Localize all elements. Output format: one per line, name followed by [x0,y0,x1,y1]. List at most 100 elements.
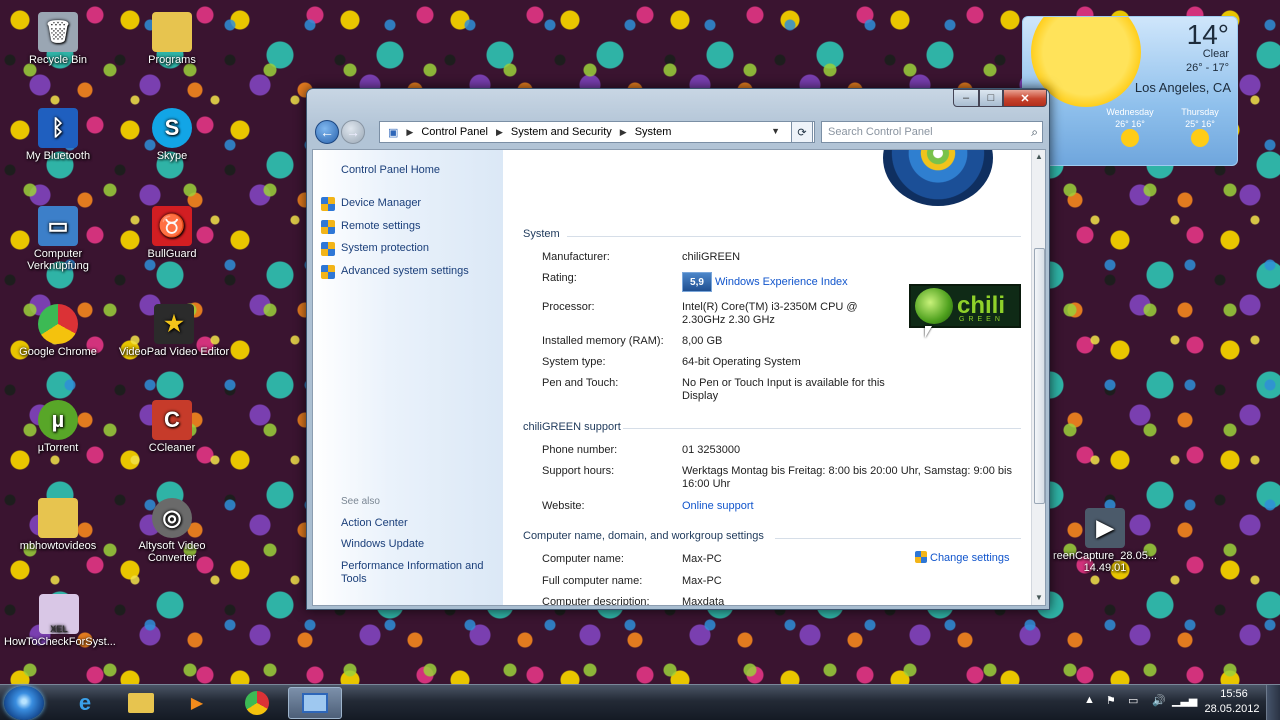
shield-icon [321,265,335,279]
chrome-icon [38,304,78,344]
taskbar-internet-explorer[interactable]: e [58,687,112,719]
scrollbar-thumb[interactable] [1034,248,1045,504]
device-manager-link[interactable]: Device Manager [341,197,421,209]
chevron-right-icon[interactable]: ▶ [496,127,503,138]
control-panel-icon [302,693,328,713]
sun-icon [1121,129,1139,147]
breadcrumb-control-panel[interactable]: Control Panel [421,126,488,138]
computer-description-value: Maxdata [682,596,725,606]
shield-icon [321,220,335,234]
search-input[interactable]: Search Control Panel ⌕ [821,121,1043,143]
desktop-icon-mbhowtovideos[interactable]: mbhowtovideos [8,498,108,552]
scroll-up-icon[interactable]: ▲ [1035,152,1043,161]
windows-update-link[interactable]: Windows Update [341,538,424,550]
folder-icon [38,498,78,538]
chevron-right-icon[interactable]: ▶ [406,127,413,138]
volume-icon[interactable]: 🔊 [1152,694,1166,707]
chevron-down-icon[interactable]: ▼ [771,126,780,136]
weather-city: Los Angeles, CA [1134,80,1231,95]
breadcrumb-system[interactable]: System [635,126,672,138]
show-desktop-button[interactable] [1266,685,1280,720]
control-panel-home-link[interactable]: Control Panel Home [341,164,440,176]
system-type-value: 64-bit Operating System [682,356,801,368]
full-computer-name-label: Full computer name: [542,575,643,587]
desktop-icon-bullguard[interactable]: ♉ BullGuard [122,206,222,260]
ram-value: 8,00 GB [682,335,723,347]
action-center-link[interactable]: Action Center [341,517,408,529]
forward-button[interactable]: → [341,120,365,144]
bullguard-icon: ♉ [152,206,192,246]
clock-time[interactable]: 15:56 [1214,688,1254,700]
system-section-title: System [523,228,560,240]
taskbar-media-player[interactable]: ▶ [170,687,224,719]
phone-value: 01 3253000 [682,444,741,456]
system-type-label: System type: [542,356,606,368]
start-button[interactable] [4,686,44,720]
desktop-icon-utorrent[interactable]: µ µTorrent [8,400,108,454]
battery-icon[interactable]: ▭ [1128,694,1138,707]
see-also-heading: See also [341,496,380,507]
maximize-button[interactable]: □ [979,89,1003,107]
taskbar-control-panel[interactable] [288,687,342,719]
system-protection-link[interactable]: System protection [341,242,429,254]
search-icon: ⌕ [1031,125,1038,139]
film-reel-icon: ◎ [152,498,192,538]
divider [567,236,1021,237]
chili-pepper-icon [915,288,953,324]
weather-gadget[interactable]: 14° Clear 26° - 17° Los Angeles, CA Wedn… [1022,16,1238,166]
close-button[interactable]: ✕ [1003,89,1047,107]
online-support-link[interactable]: Online support [682,500,912,513]
desktop-icon-altysoft[interactable]: ◎ Altysoft Video Converter [122,498,222,564]
folder-icon [128,693,154,713]
support-hours-label: Support hours: [542,465,615,477]
video-file-icon: ▶ [1085,508,1125,548]
show-hidden-icons-button[interactable]: ▲ [1084,694,1095,706]
vertical-scrollbar[interactable]: ▲ ▼ [1031,150,1045,605]
full-computer-name-value: Max-PC [682,575,722,587]
desktop-icon-computer[interactable]: ▭ Computer Verknüpfung [8,206,108,272]
address-bar[interactable]: ▣ ▶ Control Panel ▶ System and Security … [379,121,815,143]
desktop-icon-recycle-bin[interactable]: 🗑 Recycle Bin [8,12,108,66]
desktop-icon-skype[interactable]: S Skype [122,108,222,162]
pen-touch-label: Pen and Touch: [542,377,619,389]
computer-name-label: Computer name: [542,553,624,565]
minimize-button[interactable]: – [953,89,979,107]
desktop-icon-my-bluetooth[interactable]: ᛒ My Bluetooth [8,108,108,162]
bluetooth-icon: ᛒ [38,108,78,148]
clock-date[interactable]: 28.05.2012 [1202,703,1262,715]
sun-icon [1191,129,1209,147]
taskbar-chrome[interactable] [230,687,284,719]
taskbar: e ▶ ▲ ⚑ ▭ 🔊 ▁▃▅ 15:56 28.05.2012 [0,684,1280,720]
scroll-down-icon[interactable]: ▼ [1035,593,1043,602]
advanced-system-settings-link[interactable]: Advanced system settings [341,265,469,277]
wei-score-badge: 5,9 [682,272,712,292]
forecast-day-1: Wednesday 26° 16° [1095,105,1165,163]
remote-settings-link[interactable]: Remote settings [341,220,420,232]
desktop-icon-ccleaner[interactable]: C CCleaner [122,400,222,454]
breadcrumb-system-security[interactable]: System and Security [511,126,612,138]
computer-section-title: Computer name, domain, and workgroup set… [523,530,764,542]
flag-icon[interactable]: ⚑ [1106,694,1116,707]
desktop-icon-programs[interactable]: Programs [122,12,222,66]
refresh-button[interactable]: ⟳ [791,121,813,143]
arrow-left-icon: ← [320,124,334,140]
computer-icon: ▭ [38,206,78,246]
windows-logo-icon [883,150,993,206]
desktop-icon-screencapture[interactable]: ▶ reenCapture_28.05... 14.49.01 [1050,508,1160,574]
desktop-icon-videopad[interactable]: ★ VideoPad Video Editor [112,304,236,358]
folder-icon [152,12,192,52]
change-settings-link[interactable]: Change settings [915,551,1010,564]
taskbar-explorer[interactable] [114,687,168,719]
desktop-icon-google-chrome[interactable]: Google Chrome [8,304,108,358]
computer-description-label: Computer description: [542,596,650,606]
network-icon[interactable]: ▁▃▅ [1172,694,1197,707]
performance-info-link[interactable]: Performance Information and Tools [341,560,495,586]
manufacturer-value: chiliGREEN [682,251,741,263]
chevron-right-icon[interactable]: ▶ [620,127,627,138]
weather-temp: 14° [1186,19,1229,50]
shield-icon [321,197,335,211]
back-button[interactable]: ← [315,120,339,144]
processor-label: Processor: [542,301,595,313]
media-player-icon: ▶ [190,695,204,712]
desktop-icon-howtocheck[interactable]: XEL HowToCheckForSyst... [4,594,116,648]
